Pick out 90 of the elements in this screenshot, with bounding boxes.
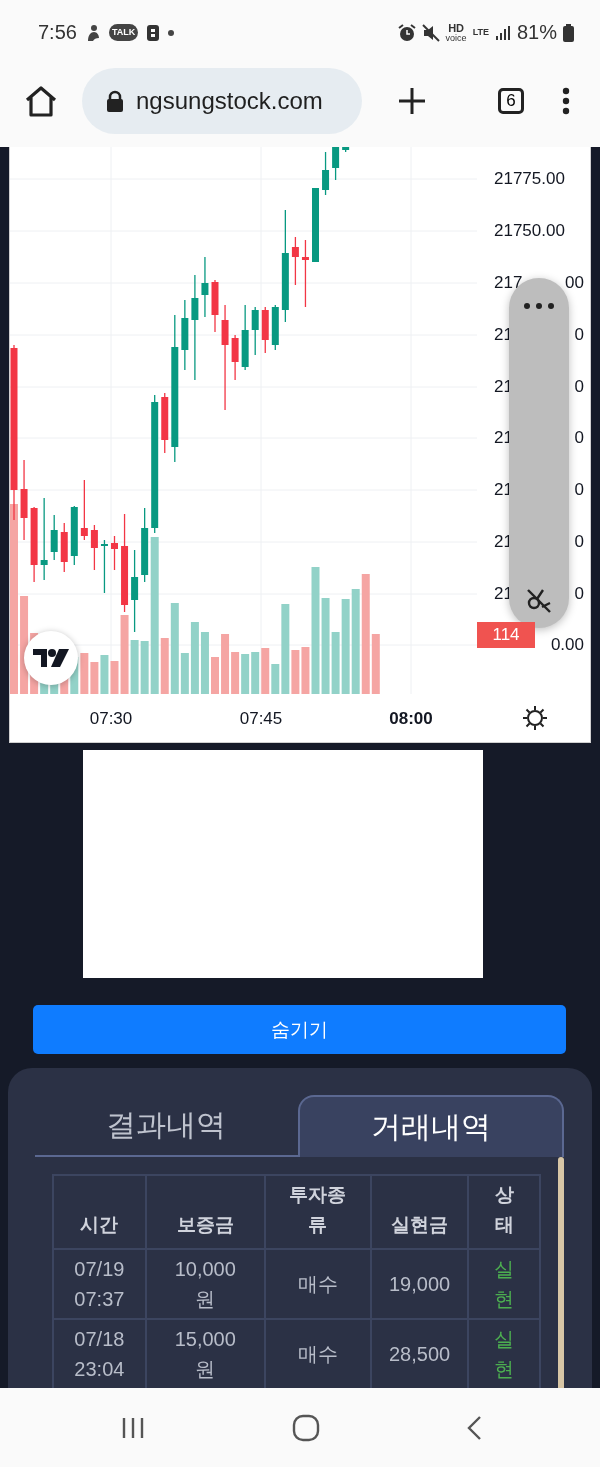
- price-axis-label: 21: [494, 584, 513, 604]
- battery-percent: 81%: [516, 21, 557, 44]
- table-cell-text: 07/19 07:37: [73, 1257, 126, 1312]
- candle: [241, 304, 249, 371]
- price-axis-label: 0.00: [550, 635, 584, 655]
- table-cell-text: 매수: [297, 1342, 338, 1367]
- volume-bar: [221, 634, 230, 694]
- volume-bar: [90, 662, 99, 694]
- table-cell-text: 07/18 23:04: [73, 1327, 126, 1382]
- table-cell-text: 실현: [494, 1327, 515, 1382]
- lte-indicator: LTE: [472, 28, 489, 37]
- volume-bar: [211, 657, 219, 694]
- candle: [211, 279, 219, 333]
- price-axis-label: 0: [574, 428, 584, 448]
- candle: [271, 304, 279, 351]
- tab[interactable]: 결과내역: [35, 1095, 298, 1157]
- candle: [111, 535, 118, 571]
- candle: [181, 299, 189, 371]
- column-header: 보증금: [176, 1213, 234, 1237]
- signal-icon: [494, 24, 511, 41]
- column-header: 투자종류: [289, 1183, 347, 1237]
- volume-bar: [231, 652, 240, 694]
- logo-icon: [33, 649, 69, 667]
- clock-time: 7:56: [38, 21, 77, 44]
- tab-count-button[interactable]: 6: [498, 88, 524, 114]
- column-header: 상태: [494, 1183, 514, 1237]
- volume-bar: [251, 652, 260, 694]
- hide-button[interactable]: 숨기기: [33, 1005, 566, 1054]
- candle: [322, 151, 330, 196]
- table-cell-text: 실현: [494, 1257, 515, 1312]
- menu-icon[interactable]: [562, 87, 570, 115]
- candle: [291, 236, 299, 286]
- table-cell-text: 15,000원: [173, 1327, 237, 1382]
- volume-bar: [200, 632, 209, 694]
- candle: [301, 239, 309, 308]
- table-cell-text: 28,500: [388, 1342, 451, 1367]
- candle: [70, 505, 78, 566]
- more-icon[interactable]: [523, 302, 555, 310]
- dot-icon: [168, 29, 175, 36]
- table-cell-text: 매수: [297, 1272, 338, 1297]
- chat-badge: TALK: [108, 24, 139, 41]
- price-axis-label: 0: [574, 532, 584, 552]
- candle: [90, 524, 98, 571]
- battery-icon: [563, 23, 574, 42]
- candle: [161, 392, 169, 454]
- new-tab-icon[interactable]: [398, 87, 426, 115]
- tab[interactable]: 거래내역: [297, 1095, 564, 1157]
- sun-icon[interactable]: [522, 705, 548, 731]
- price-axis-label: 21750.00: [494, 221, 565, 241]
- gesture-off-icon[interactable]: [525, 586, 553, 614]
- price-axis-label: 0: [574, 325, 584, 345]
- time-axis-label: 07:30: [88, 709, 134, 729]
- mute-icon: [421, 23, 440, 42]
- candle: [60, 522, 68, 573]
- app-icon: [146, 23, 161, 42]
- table-cell-text: 10,000원: [173, 1257, 237, 1312]
- volume-bar: [100, 655, 109, 694]
- hd-voice-indicator: HD voice: [445, 22, 467, 43]
- candle: [50, 514, 58, 561]
- time-axis-label: 08:00: [388, 709, 434, 729]
- alarm-icon: [397, 23, 416, 42]
- column-header: 시간: [80, 1213, 119, 1237]
- price-axis-label: 0: [574, 480, 584, 500]
- address-bar[interactable]: ngsungstock.com: [82, 68, 362, 134]
- candle: [342, 147, 350, 153]
- price-axis-label: 0: [574, 377, 584, 397]
- candle: [251, 306, 259, 356]
- back-icon[interactable]: [466, 1414, 482, 1441]
- candle: [261, 306, 269, 354]
- volume-bar: [80, 653, 89, 694]
- candle: [201, 256, 209, 318]
- volume-badge: 114: [477, 622, 535, 648]
- candle: [231, 334, 239, 381]
- price-axis-label: 00: [565, 273, 584, 293]
- price-axis-label: 217: [494, 273, 523, 293]
- candle: [100, 539, 108, 594]
- candle: [80, 479, 88, 541]
- recent-apps-icon[interactable]: [121, 1415, 145, 1440]
- home-icon[interactable]: [24, 85, 58, 117]
- lock-icon: [106, 90, 124, 112]
- table-cell-text: 19,000: [388, 1272, 451, 1297]
- price-axis-label: 0: [574, 584, 584, 604]
- price-axis-label: 21775.00: [494, 169, 565, 189]
- url-text: ngsungstock.com: [136, 87, 323, 115]
- home-button-icon[interactable]: [291, 1413, 320, 1442]
- column-header: 실현금: [391, 1213, 449, 1237]
- candle: [332, 147, 340, 181]
- volume-bar: [241, 654, 250, 694]
- time-axis-label: 07:45: [238, 709, 284, 729]
- scrollbar-thumb[interactable]: [558, 1157, 564, 1388]
